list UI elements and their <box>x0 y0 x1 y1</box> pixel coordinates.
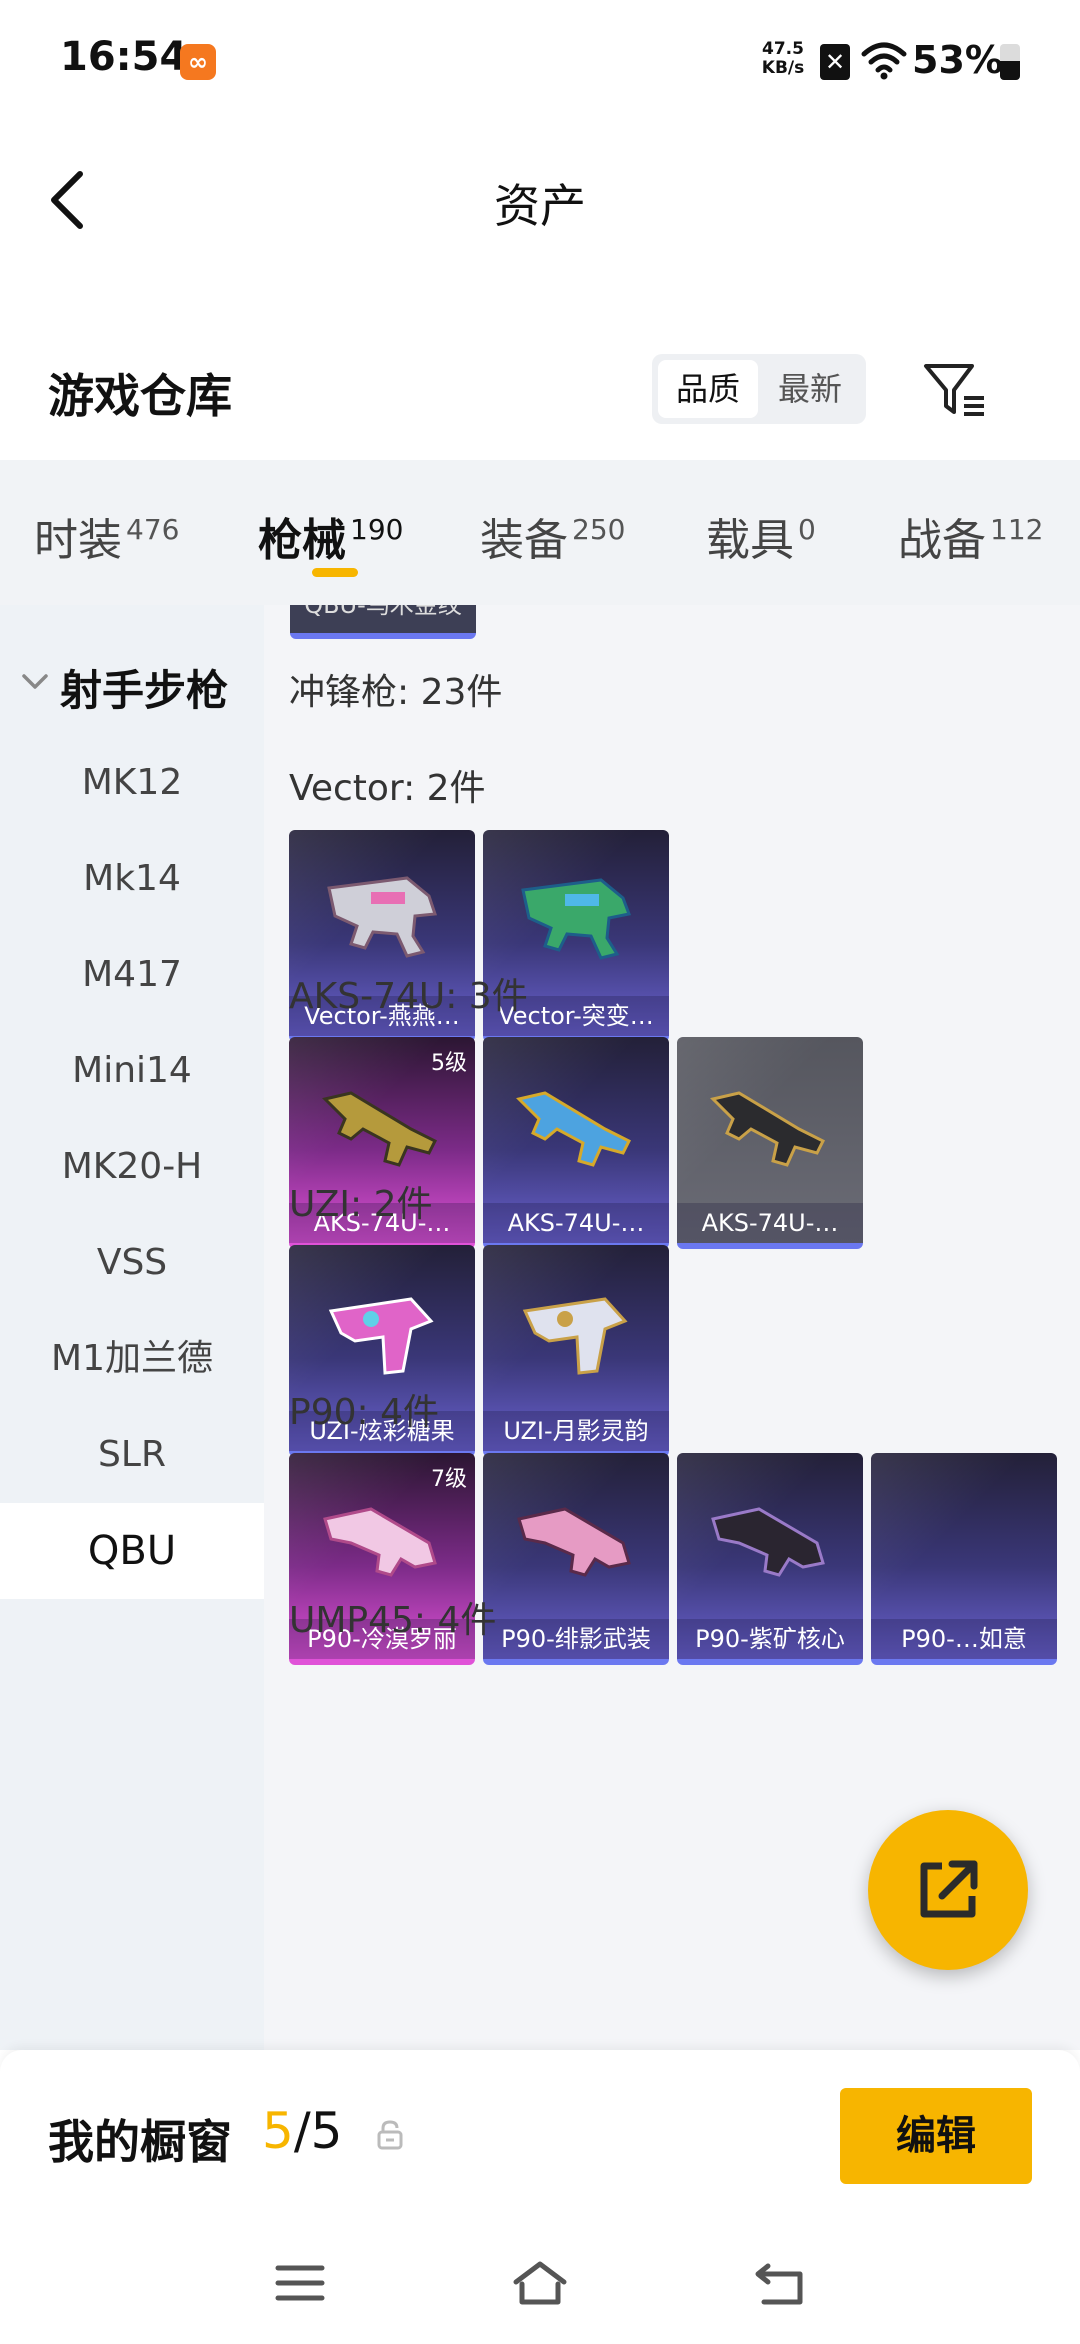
orange-app-icon: ∞ <box>180 44 216 80</box>
tab-vehicles[interactable]: 载具 0 <box>706 504 816 568</box>
chevron-down-icon <box>22 674 48 689</box>
status-time: 16:54 <box>60 34 188 80</box>
card-name: UZI-月影灵韵 <box>483 1411 669 1451</box>
lock-icon <box>377 2120 403 2150</box>
sidebar-item-mini14[interactable]: Mini14 <box>0 1023 264 1119</box>
sidebar-group-label: 射手步枪 <box>60 666 229 715</box>
system-navigation-bar <box>0 2220 1080 2344</box>
warehouse-title: 游戏仓库 <box>48 369 232 423</box>
vector-smg-icon <box>327 876 438 958</box>
sort-option-quality[interactable]: 品质 <box>658 360 758 418</box>
p90-smg-icon <box>711 1507 825 1577</box>
aks74u-rifle-icon <box>710 1091 826 1167</box>
sidebar-group-marksman[interactable]: 射手步枪 <box>0 645 264 725</box>
network-speed-value: 47.5 <box>762 39 804 59</box>
showcase-bar: 我的橱窗 5/5 编辑 <box>0 2050 1080 2220</box>
battery-percent: 53% <box>912 38 1003 82</box>
tab-equipment[interactable]: 装备 250 <box>480 504 625 568</box>
tab-supplies[interactable]: 战备 112 <box>898 504 1043 568</box>
showcase-current: 5 <box>262 2102 294 2160</box>
network-speed: 47.5 KB/s <box>758 40 808 78</box>
card-name: P90-紫矿核心 <box>677 1619 863 1659</box>
group-title-uzi: UZI: 2件 <box>289 1184 433 1225</box>
uzi-smg-icon <box>522 1297 628 1375</box>
tab-count: 250 <box>572 513 626 546</box>
warehouse-row: 游戏仓库 品质 最新 <box>0 330 1080 460</box>
tab-label: 枪械 <box>258 515 346 566</box>
home-icon[interactable] <box>510 2256 570 2310</box>
sidebar-item-m417[interactable]: M417 <box>0 927 264 1023</box>
p90-smg-icon <box>323 1507 437 1577</box>
tab-label: 时装 <box>34 515 122 566</box>
card-name: AKS-74U-… <box>483 1203 669 1243</box>
sidebar-item-mk14[interactable]: Mk14 <box>0 831 264 927</box>
showcase-count: 5/5 <box>262 2102 342 2160</box>
skin-card[interactable]: P90-绯影武装 <box>483 1453 669 1665</box>
wifi-icon <box>861 42 907 80</box>
sort-toggle: 品质 最新 <box>652 354 866 424</box>
skin-card[interactable]: P90-紫矿核心 <box>677 1453 863 1665</box>
tab-fashion[interactable]: 时装 476 <box>34 504 179 568</box>
sidebar-item-vss[interactable]: VSS <box>0 1215 264 1311</box>
tab-count: 476 <box>126 513 180 546</box>
category-tabs: 时装 476 枪械 190 装备 250 载具 0 战备 112 <box>0 460 1080 605</box>
card-name: AKS-74U-… <box>677 1203 863 1243</box>
tab-count: 0 <box>798 513 816 546</box>
share-button[interactable] <box>868 1810 1028 1970</box>
share-external-icon <box>920 1860 978 1918</box>
tab-label: 战备 <box>898 515 986 566</box>
back-icon[interactable] <box>750 2256 810 2310</box>
page-title: 资产 <box>494 179 586 233</box>
group-title-vector: Vector: 2件 <box>289 768 486 809</box>
weapon-type-sidebar: 射手步枪 MK12 Mk14 M417 Mini14 MK20-H VSS M1… <box>0 605 264 2050</box>
skin-card[interactable]: P90-…如意 <box>871 1453 1057 1665</box>
network-speed-unit: KB/s <box>761 58 805 78</box>
showcase-total: /5 <box>293 2102 343 2160</box>
menu-icon[interactable] <box>270 2256 330 2310</box>
partial-card-qbu[interactable]: QBU-乌木金纹 <box>290 605 476 639</box>
sort-option-newest[interactable]: 最新 <box>760 360 860 418</box>
p90-smg-icon <box>517 1507 631 1577</box>
edit-button[interactable]: 编辑 <box>840 2088 1032 2184</box>
aks74u-rifle-icon <box>516 1091 632 1167</box>
skin-card[interactable]: UZI-月影灵韵 <box>483 1245 669 1457</box>
aks74u-rifle-icon <box>322 1091 438 1167</box>
showcase-label: 我的橱窗 <box>48 2115 232 2169</box>
group-title-aks74u: AKS-74U: 3件 <box>289 976 528 1017</box>
vector-smg-icon <box>521 878 632 960</box>
sidebar-item-slr[interactable]: SLR <box>0 1407 264 1503</box>
group-title-p90: P90: 4件 <box>289 1392 439 1433</box>
sidebar-item-mk12[interactable]: MK12 <box>0 735 264 831</box>
tab-count: 112 <box>990 513 1044 546</box>
skin-card[interactable]: AKS-74U-… <box>483 1037 669 1249</box>
uzi-smg-icon <box>328 1297 434 1375</box>
filter-icon[interactable] <box>920 356 990 426</box>
no-sim-icon: ✕ <box>820 44 850 80</box>
group-title-ump45: UMP45: 4件 <box>289 1600 497 1641</box>
status-bar: 16:54 ∞ 47.5 KB/s ✕ 53% <box>0 0 1080 120</box>
card-name: P90-绯影武装 <box>483 1619 669 1659</box>
tab-label: 装备 <box>480 515 568 566</box>
battery-icon <box>1000 44 1020 80</box>
tab-label: 载具 <box>706 515 794 566</box>
skin-card[interactable]: AKS-74U-… <box>677 1037 863 1249</box>
sidebar-item-m1-garand[interactable]: M1加兰德 <box>0 1311 264 1407</box>
tab-count: 190 <box>350 513 404 546</box>
card-name: P90-…如意 <box>871 1619 1057 1659</box>
active-tab-indicator <box>312 568 358 577</box>
sidebar-item-qbu[interactable]: QBU <box>0 1503 264 1599</box>
sidebar-item-mk20h[interactable]: MK20-H <box>0 1119 264 1215</box>
tab-firearms[interactable]: 枪械 190 <box>258 504 403 568</box>
category-title: 冲锋枪: 23件 <box>289 672 503 713</box>
app-header: 资产 <box>0 120 1080 280</box>
battery-fill <box>1000 60 1020 80</box>
